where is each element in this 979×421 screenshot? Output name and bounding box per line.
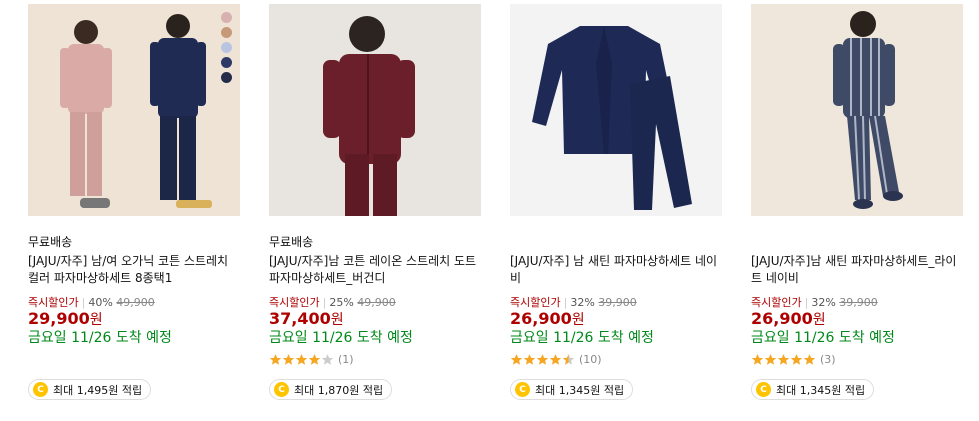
arrival-date: 금요일 11/26 도착 예정 [28,330,172,346]
discount-rate: 25% [329,296,354,309]
star-icon [536,354,549,365]
separator: | [81,296,86,309]
discount-info: 즉시할인가 | 32% 39,900 [510,294,637,310]
rating[interactable]: (10) [510,353,602,366]
reward-text: 최대 1,345원 적립 [535,383,625,397]
original-price: 39,900 [839,296,878,309]
product-image[interactable] [269,4,481,216]
star-rating [510,353,575,366]
separator: | [804,296,809,309]
color-swatch [221,57,232,68]
reward-points-badge[interactable]: C 최대 1,870원 적립 [269,379,393,400]
coin-icon: C [274,382,289,397]
discount-label: 즉시할인가 [510,296,561,309]
star-icon [777,354,790,365]
discount-info: 즉시할인가 | 40% 49,900 [28,294,155,310]
discount-rate: 40% [88,296,113,309]
star-icon [549,354,562,365]
discount-label: 즉시할인가 [269,296,320,309]
sale-price: 26,900원 [510,309,585,329]
star-icon [562,354,575,365]
color-swatch [221,12,232,23]
arrival-date: 금요일 11/26 도착 예정 [510,330,654,346]
price-currency: 원 [89,312,103,328]
color-swatches [221,12,232,83]
reward-points-badge[interactable]: C 최대 1,345원 적립 [510,379,634,400]
discount-label: 즉시할인가 [28,296,79,309]
color-swatch [221,27,232,38]
product-brand: [JAJU/자주] [28,254,88,268]
product-brand: [JAJU/자주] [510,254,570,268]
discount-label: 즉시할인가 [751,296,802,309]
review-count: (3) [820,353,836,366]
coin-icon: C [33,382,48,397]
product-brand: [JAJU/자주] [269,254,329,268]
discount-info: 즉시할인가 | 25% 49,900 [269,294,396,310]
coin-icon: C [756,382,771,397]
color-swatch [221,42,232,53]
price-value: 26,900 [751,309,813,328]
star-icon [321,354,334,365]
original-price: 39,900 [598,296,637,309]
star-icon [308,354,321,365]
reward-points-badge[interactable]: C 최대 1,495원 적립 [28,379,152,400]
separator: | [322,296,327,309]
price-currency: 원 [812,312,826,328]
product-title-link[interactable]: [JAJU/자주] 남 새틴 파자마상하세트 네이비 [510,253,722,287]
price-value: 29,900 [28,309,90,328]
review-count: (10) [579,353,602,366]
star-icon [790,354,803,365]
star-icon [751,354,764,365]
arrival-date: 금요일 11/26 도착 예정 [269,330,413,346]
product-title-link[interactable]: [JAJU/자주] 남/여 오가닉 코튼 스트레치 컬러 파자마상하세트 8종택… [28,253,240,287]
reward-text: 최대 1,870원 적립 [294,383,384,397]
product-image[interactable] [751,4,963,216]
star-icon [295,354,308,365]
star-rating [751,353,816,366]
sale-price: 26,900원 [751,309,826,329]
discount-rate: 32% [570,296,595,309]
product-image[interactable] [28,4,240,216]
separator: | [563,296,568,309]
product-title-link[interactable]: [JAJU/자주]남 새틴 파자마상하세트_라이트 네이비 [751,253,963,287]
price-value: 37,400 [269,309,331,328]
price-value: 26,900 [510,309,572,328]
star-icon [523,354,536,365]
discount-rate: 32% [811,296,836,309]
star-icon [510,354,523,365]
star-icon [803,354,816,365]
original-price: 49,900 [357,296,396,309]
rating[interactable]: (3) [751,353,836,366]
star-rating [269,353,334,366]
discount-info: 즉시할인가 | 32% 39,900 [751,294,878,310]
reward-points-badge[interactable]: C 최대 1,345원 적립 [751,379,875,400]
free-shipping-label: 무료배송 [269,235,314,249]
star-icon [764,354,777,365]
original-price: 49,900 [116,296,155,309]
color-swatch [221,72,232,83]
reward-text: 최대 1,495원 적립 [53,383,143,397]
arrival-date: 금요일 11/26 도착 예정 [751,330,895,346]
product-title-link[interactable]: [JAJU/자주]남 코튼 레이온 스트레치 도트 파자마상하세트_버건디 [269,253,481,287]
reward-text: 최대 1,345원 적립 [776,383,866,397]
free-shipping-label: 무료배송 [28,235,73,249]
star-icon [282,354,295,365]
star-icon [269,354,282,365]
price-currency: 원 [330,312,344,328]
review-count: (1) [338,353,354,366]
price-currency: 원 [571,312,585,328]
product-image[interactable] [510,4,722,216]
rating[interactable]: (1) [269,353,354,366]
product-brand: [JAJU/자주] [751,254,811,268]
coin-icon: C [515,382,530,397]
sale-price: 37,400원 [269,309,344,329]
sale-price: 29,900원 [28,309,103,329]
